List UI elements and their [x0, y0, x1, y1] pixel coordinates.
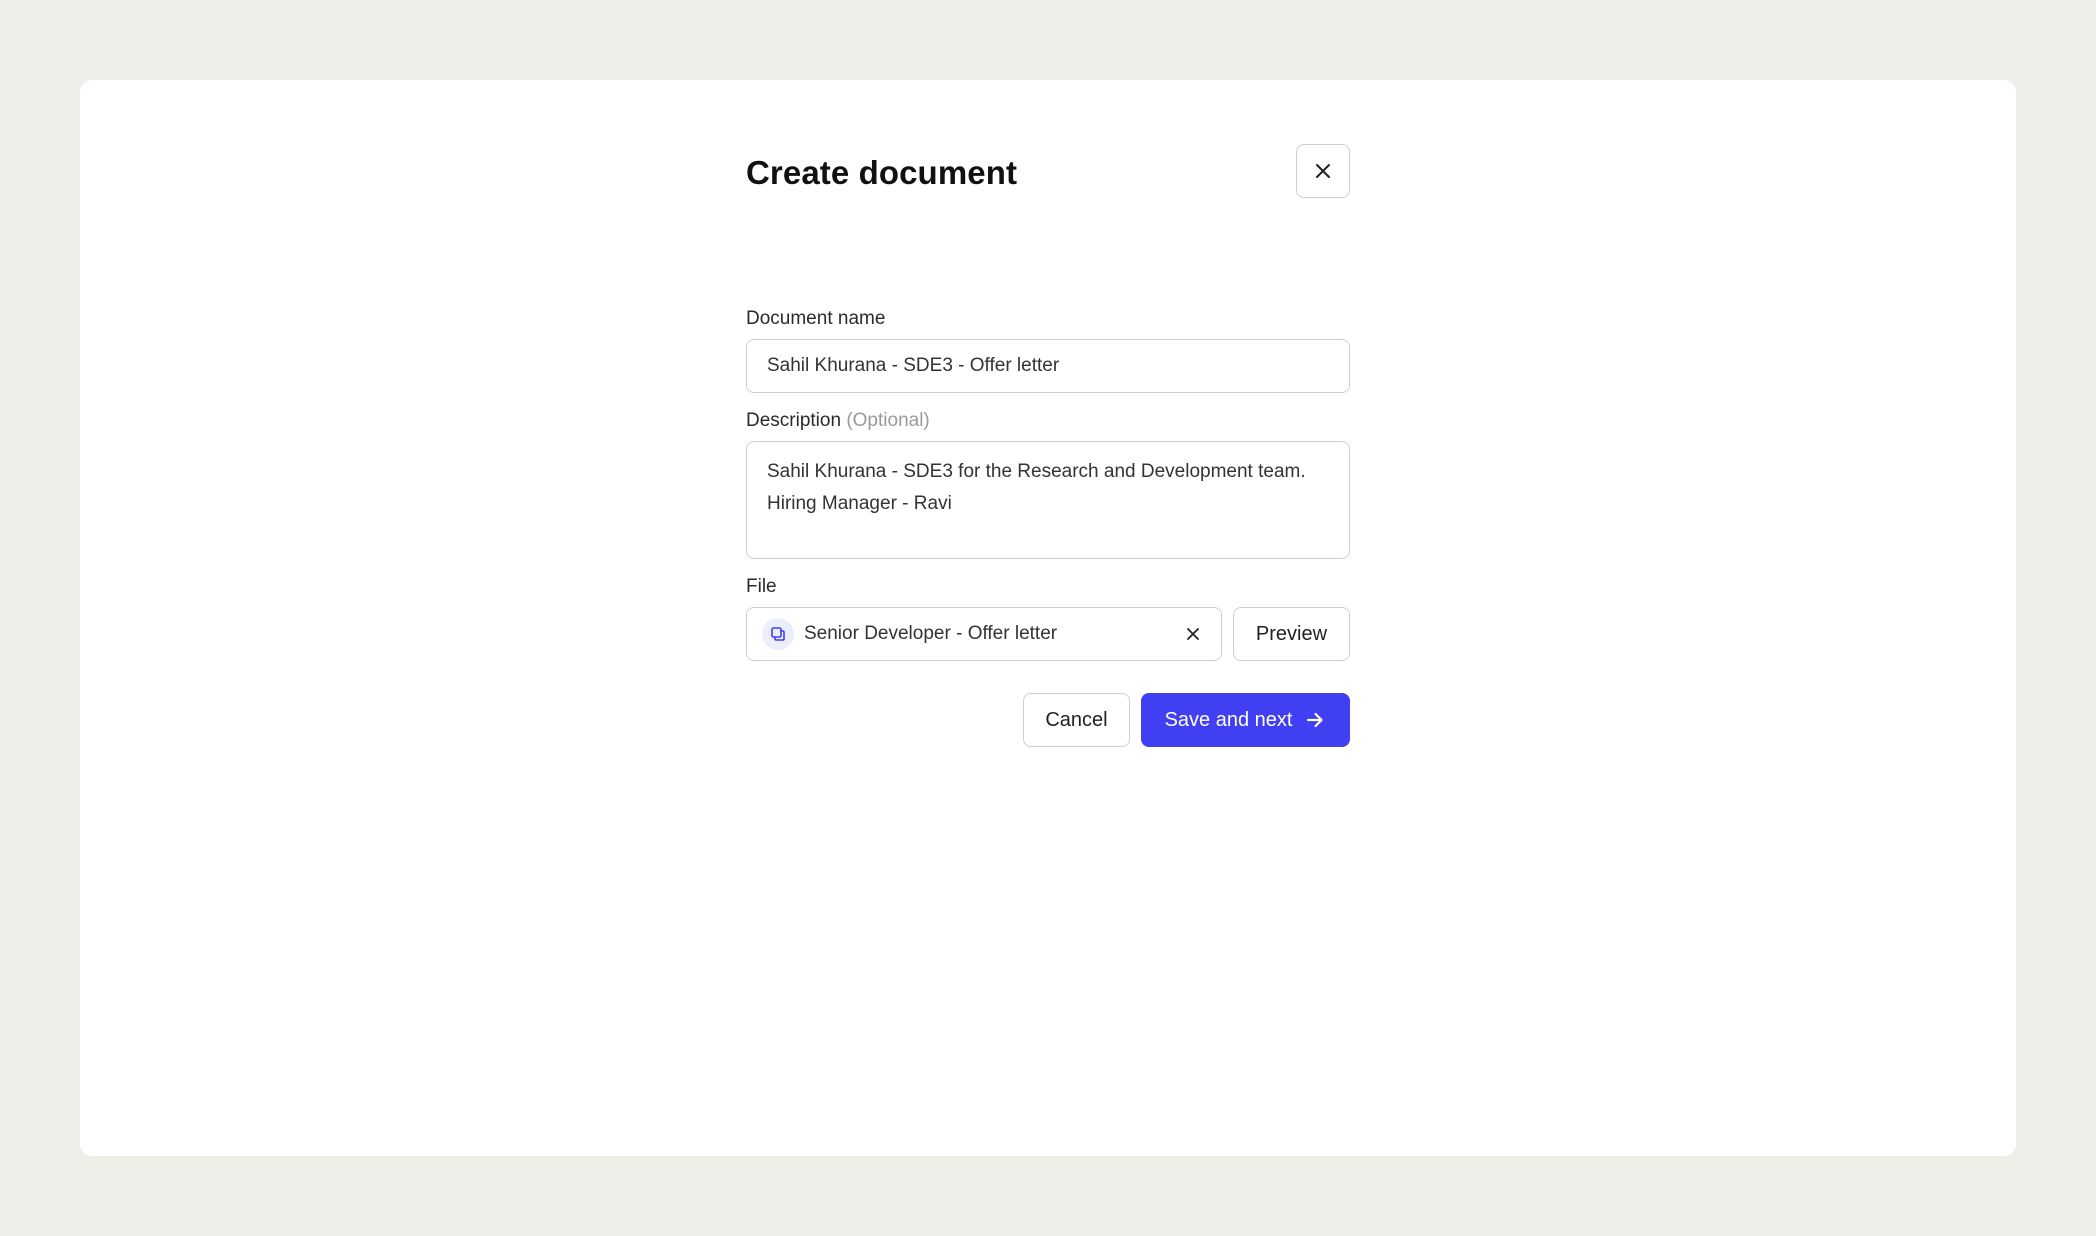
close-icon: [1187, 628, 1199, 640]
create-document-dialog: Create document Document name Descriptio…: [746, 144, 1350, 747]
document-name-label: Document name: [746, 308, 1350, 330]
file-label-text: File: [746, 576, 777, 597]
remove-file-button[interactable]: [1179, 620, 1207, 648]
file-name: Senior Developer - Offer letter: [804, 623, 1058, 644]
description-label: Description (Optional): [746, 410, 1350, 432]
dialog-title: Create document: [746, 154, 1018, 191]
document-copy-icon: [762, 618, 794, 650]
description-textarea[interactable]: Sahil Khurana - SDE3 for the Research an…: [746, 441, 1350, 559]
document-name-field: Document name: [746, 308, 1350, 393]
dialog-header: Create document: [746, 144, 1350, 198]
file-field: File Senior Developer - Offer letter Pre…: [746, 576, 1350, 661]
file-chip[interactable]: Senior Developer - Offer letter: [746, 607, 1222, 661]
close-dialog-button[interactable]: [1296, 144, 1350, 198]
arrow-right-icon: [1307, 712, 1324, 728]
save-and-next-label: Save and next: [1164, 708, 1293, 731]
save-and-next-button[interactable]: Save and next: [1141, 693, 1350, 747]
document-name-input[interactable]: [746, 339, 1350, 393]
cancel-button[interactable]: Cancel: [1023, 693, 1130, 747]
optional-hint: (Optional): [846, 410, 930, 431]
page-canvas: Create document Document name Descriptio…: [80, 80, 2016, 1156]
preview-button[interactable]: Preview: [1233, 607, 1350, 661]
description-label-text: Description: [746, 410, 842, 431]
file-label: File: [746, 576, 1350, 598]
description-field: Description (Optional) Sahil Khurana - S…: [746, 410, 1350, 559]
dialog-actions: Cancel Save and next: [1023, 693, 1350, 747]
file-row: Senior Developer - Offer letter Preview: [746, 607, 1350, 661]
document-name-label-text: Document name: [746, 308, 886, 329]
close-icon: [1316, 164, 1330, 178]
app-background: Create document Document name Descriptio…: [0, 0, 2096, 1236]
